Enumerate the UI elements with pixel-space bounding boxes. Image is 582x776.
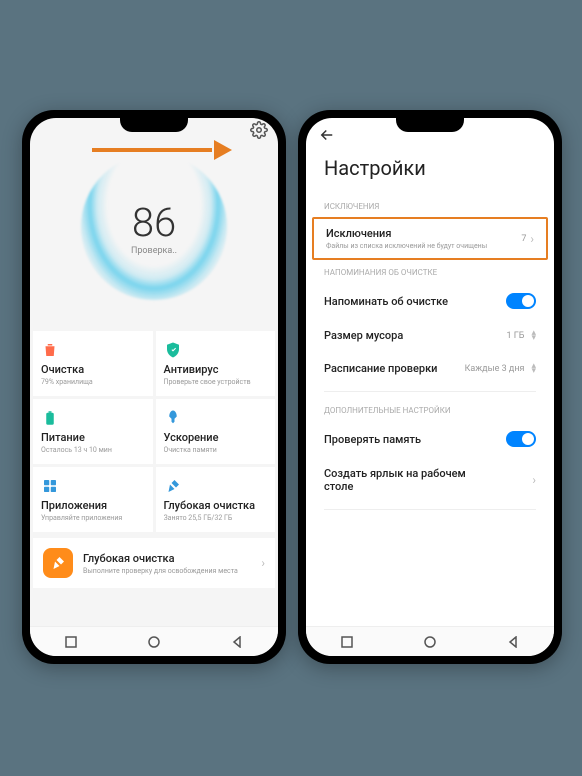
phone-frame-left: 86 Проверка.. Очистка 79% хранилища Анти… bbox=[22, 110, 286, 664]
card-title: Антивирус bbox=[164, 363, 268, 376]
section-extra-label: ДОПОЛНИТЕЛЬНЫЕ НАСТРОЙКИ bbox=[306, 398, 554, 421]
banner-broom-icon bbox=[43, 548, 73, 578]
section-reminders-label: НАПОМИНАНИЯ ОБ ОЧИСТКЕ bbox=[306, 260, 554, 283]
score-status: Проверка.. bbox=[131, 246, 177, 256]
nav-home-icon[interactable] bbox=[147, 635, 161, 649]
row-value: 7 bbox=[521, 234, 526, 244]
row-schedule[interactable]: Расписание проверки Каждые 3 дня ▴▾ bbox=[306, 352, 554, 385]
card-title: Ускорение bbox=[164, 431, 268, 444]
row-title: Исключения bbox=[326, 227, 521, 240]
row-sub: Файлы из списка исключений не будут очищ… bbox=[326, 242, 521, 250]
card-cleanup[interactable]: Очистка 79% хранилища bbox=[33, 331, 153, 396]
highlight-arrow bbox=[92, 140, 232, 160]
nav-back-icon[interactable] bbox=[506, 635, 520, 649]
toggle-remind[interactable] bbox=[506, 293, 536, 309]
notch bbox=[120, 118, 188, 132]
row-main: Исключения Файлы из списка исключений не… bbox=[326, 227, 521, 250]
row-title: Проверять память bbox=[324, 433, 421, 446]
page-title: Настройки bbox=[306, 156, 554, 194]
nav-recent-icon[interactable] bbox=[64, 635, 78, 649]
chevron-right-icon: › bbox=[530, 232, 534, 246]
row-remind[interactable]: Напоминать об очистке bbox=[306, 283, 554, 319]
card-title: Приложения bbox=[41, 499, 145, 512]
row-trash-size[interactable]: Размер мусора 1 ГБ ▴▾ bbox=[306, 319, 554, 352]
chevron-right-icon: › bbox=[532, 473, 536, 487]
trash-icon bbox=[41, 341, 59, 359]
score-area: 86 Проверка.. bbox=[30, 142, 278, 328]
updown-icon: ▴▾ bbox=[531, 331, 536, 340]
card-sub: Осталось 13 ч 10 мин bbox=[41, 446, 145, 454]
card-apps[interactable]: Приложения Управляйте приложения bbox=[33, 467, 153, 532]
row-shortcut[interactable]: Создать ярлык на рабочем столе › bbox=[306, 457, 554, 503]
back-arrow-icon[interactable] bbox=[318, 126, 336, 148]
card-antivirus[interactable]: Антивирус Проверьте свое устройств bbox=[156, 331, 276, 396]
card-sub: Проверьте свое устройств bbox=[164, 378, 268, 386]
updown-icon: ▴▾ bbox=[531, 364, 536, 373]
divider bbox=[324, 509, 536, 510]
phone-frame-right: Настройки ИСКЛЮЧЕНИЯ Исключения Файлы из… bbox=[298, 110, 562, 664]
android-navbar bbox=[306, 626, 554, 656]
notch bbox=[396, 118, 464, 132]
battery-icon bbox=[41, 409, 59, 427]
nav-back-icon[interactable] bbox=[230, 635, 244, 649]
card-title: Глубокая очистка bbox=[164, 499, 268, 512]
score-ring[interactable]: 86 Проверка.. bbox=[89, 162, 219, 292]
broom-icon bbox=[164, 477, 182, 495]
highlight-box: Исключения Файлы из списка исключений не… bbox=[312, 217, 548, 260]
screen-left: 86 Проверка.. Очистка 79% хранилища Анти… bbox=[30, 118, 278, 656]
card-title: Очистка bbox=[41, 363, 145, 376]
banner-text: Глубокая очистка Выполните проверку для … bbox=[83, 552, 251, 575]
card-sub: Управляйте приложения bbox=[41, 514, 145, 522]
chevron-right-icon: › bbox=[261, 556, 265, 570]
settings-gear-icon[interactable] bbox=[250, 121, 268, 143]
row-value: 1 ГБ bbox=[506, 331, 524, 341]
divider bbox=[324, 391, 536, 392]
banner-title: Глубокая очистка bbox=[83, 552, 251, 565]
cards-grid: Очистка 79% хранилища Антивирус Проверьт… bbox=[30, 328, 278, 535]
deep-clean-banner[interactable]: Глубокая очистка Выполните проверку для … bbox=[33, 538, 275, 588]
row-value: Каждые 3 дня bbox=[465, 364, 525, 374]
card-sub: Очистка памяти bbox=[164, 446, 268, 454]
row-title: Создать ярлык на рабочем столе bbox=[324, 467, 474, 493]
card-deep-clean[interactable]: Глубокая очистка Занято 25,5 ГБ/32 ГБ bbox=[156, 467, 276, 532]
score-value: 86 bbox=[132, 199, 176, 246]
banner-sub: Выполните проверку для освобождения мест… bbox=[83, 567, 251, 575]
row-check-memory[interactable]: Проверять память bbox=[306, 421, 554, 457]
rocket-icon bbox=[164, 409, 182, 427]
card-boost[interactable]: Ускорение Очистка памяти bbox=[156, 399, 276, 464]
android-navbar bbox=[30, 626, 278, 656]
row-title: Размер мусора bbox=[324, 329, 403, 342]
card-sub: 79% хранилища bbox=[41, 378, 145, 386]
row-title: Расписание проверки bbox=[324, 362, 437, 375]
toggle-check-memory[interactable] bbox=[506, 431, 536, 447]
shield-icon bbox=[164, 341, 182, 359]
card-sub: Занято 25,5 ГБ/32 ГБ bbox=[164, 514, 268, 522]
card-title: Питание bbox=[41, 431, 145, 444]
card-power[interactable]: Питание Осталось 13 ч 10 мин bbox=[33, 399, 153, 464]
section-exclusions-label: ИСКЛЮЧЕНИЯ bbox=[306, 194, 554, 217]
apps-icon bbox=[41, 477, 59, 495]
row-title: Напоминать об очистке bbox=[324, 295, 448, 308]
nav-recent-icon[interactable] bbox=[340, 635, 354, 649]
screen-right: Настройки ИСКЛЮЧЕНИЯ Исключения Файлы из… bbox=[306, 118, 554, 656]
nav-home-icon[interactable] bbox=[423, 635, 437, 649]
row-exclusions[interactable]: Исключения Файлы из списка исключений не… bbox=[314, 219, 546, 258]
